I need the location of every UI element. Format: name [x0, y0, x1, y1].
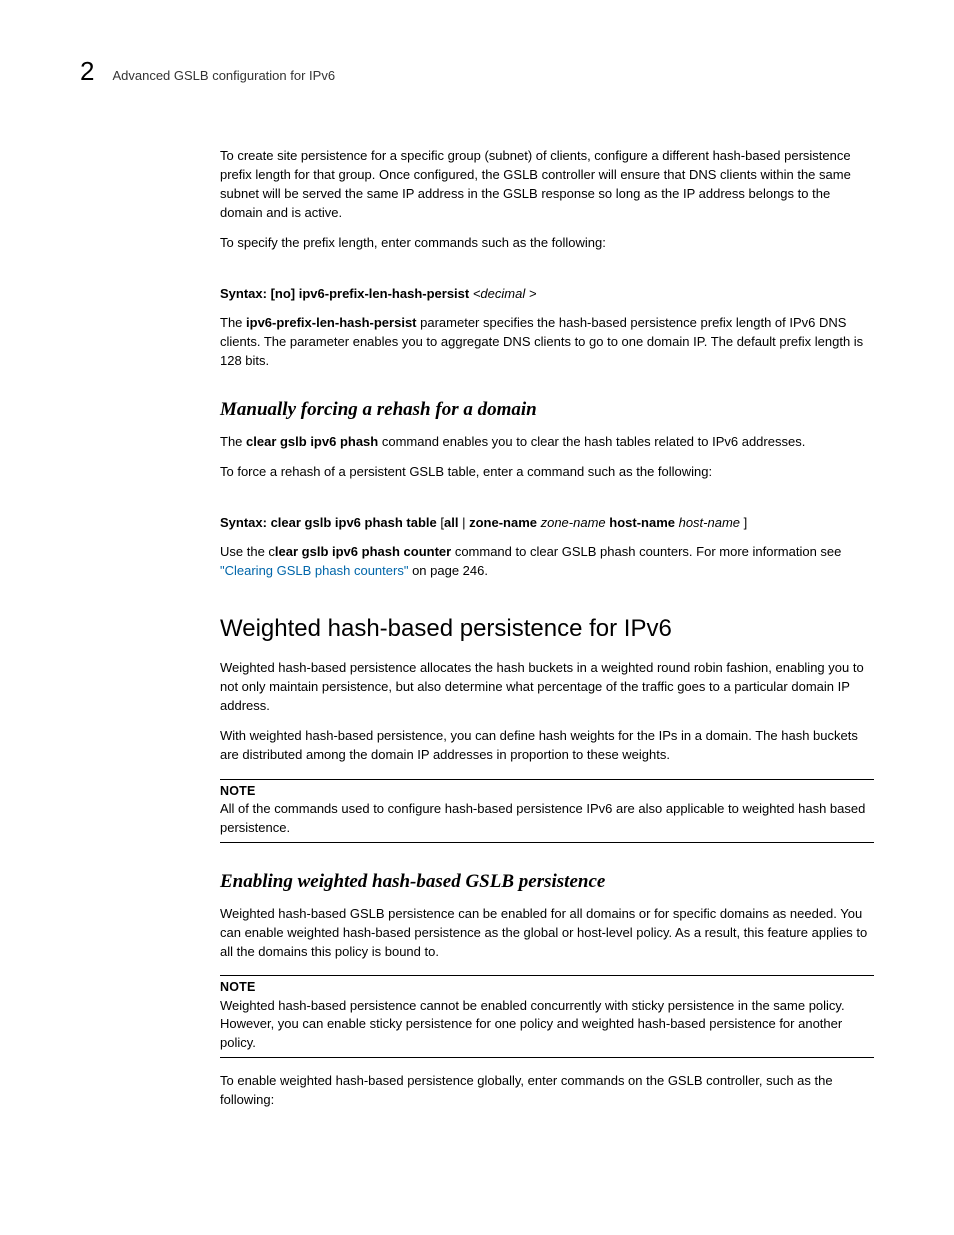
note-block: NOTE Weighted hash-based persistence can…: [220, 975, 874, 1058]
syntax-line: Syntax: clear gslb ipv6 phash table [all…: [220, 514, 874, 533]
syntax-line: Syntax: [no] ipv6-prefix-len-hash-persis…: [220, 285, 874, 304]
syntax-keyword: all: [444, 515, 458, 530]
inline-keyword: clear gslb ipv6 phash: [246, 434, 378, 449]
syntax-param: zone-name: [541, 515, 610, 530]
note-block: NOTE All of the commands used to configu…: [220, 779, 874, 843]
body-paragraph: To specify the prefix length, enter comm…: [220, 234, 874, 253]
text-run: The: [220, 434, 246, 449]
body-paragraph: Weighted hash-based GSLB persistence can…: [220, 905, 874, 962]
body-paragraph: Use the clear gslb ipv6 phash counter co…: [220, 543, 874, 581]
note-body: Weighted hash-based persistence cannot b…: [220, 997, 874, 1054]
text-run: |: [458, 515, 469, 530]
syntax-command: clear gslb ipv6 phash table: [267, 515, 440, 530]
inline-keyword: lear gslb ipv6 phash counter: [275, 544, 451, 559]
page: 2 Advanced GSLB configuration for IPv6 T…: [0, 0, 954, 1202]
content-block: To create site persistence for a specifi…: [220, 147, 874, 1110]
subsection-heading: Enabling weighted hash-based GSLB persis…: [220, 871, 874, 893]
syntax-command: [no] ipv6-prefix-len-hash-persist: [267, 286, 473, 301]
body-paragraph: To force a rehash of a persistent GSLB t…: [220, 463, 874, 482]
note-rule: [220, 1057, 874, 1058]
syntax-keyword: host-name: [609, 515, 678, 530]
text-run: The: [220, 315, 246, 330]
note-label: NOTE: [220, 782, 874, 800]
body-paragraph: To create site persistence for a specifi…: [220, 147, 874, 222]
syntax-label: Syntax:: [220, 515, 267, 530]
syntax-label: Syntax:: [220, 286, 267, 301]
text-run: ]: [744, 515, 748, 530]
syntax-param: <decimal >: [473, 286, 537, 301]
chapter-number: 2: [80, 56, 94, 87]
body-paragraph: With weighted hash-based persistence, yo…: [220, 727, 874, 765]
text-run: command enables you to clear the hash ta…: [378, 434, 805, 449]
chapter-title: Advanced GSLB configuration for IPv6: [112, 68, 335, 83]
page-header: 2 Advanced GSLB configuration for IPv6: [80, 56, 874, 87]
note-rule: [220, 975, 874, 976]
body-paragraph: To enable weighted hash-based persistenc…: [220, 1072, 874, 1110]
note-body: All of the commands used to configure ha…: [220, 800, 874, 838]
body-paragraph: Weighted hash-based persistence allocate…: [220, 659, 874, 716]
inline-keyword: ipv6-prefix-len-hash-persist: [246, 315, 417, 330]
note-rule: [220, 779, 874, 780]
syntax-param: host-name: [679, 515, 744, 530]
note-rule: [220, 842, 874, 843]
body-paragraph: The ipv6-prefix-len-hash-persist paramet…: [220, 314, 874, 371]
body-paragraph: The clear gslb ipv6 phash command enable…: [220, 433, 874, 452]
note-label: NOTE: [220, 978, 874, 996]
subsection-heading: Manually forcing a rehash for a domain: [220, 399, 874, 421]
text-run: Use the c: [220, 544, 275, 559]
cross-reference-link[interactable]: "Clearing GSLB phash counters": [220, 563, 408, 578]
syntax-keyword: zone-name: [469, 515, 541, 530]
section-heading: Weighted hash-based persistence for IPv6: [220, 615, 874, 643]
text-run: on page 246.: [408, 563, 488, 578]
text-run: command to clear GSLB phash counters. Fo…: [451, 544, 841, 559]
